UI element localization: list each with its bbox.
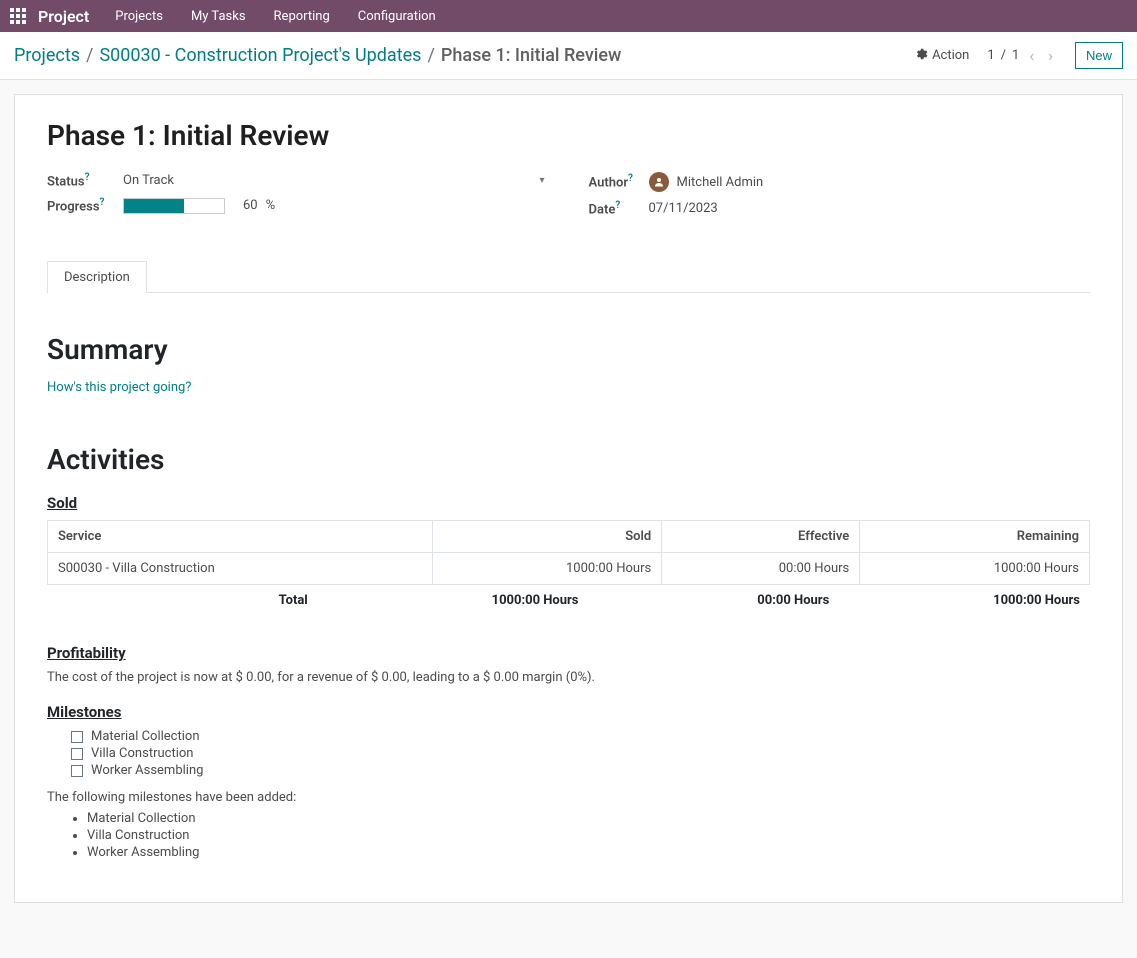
new-button[interactable]: New <box>1075 42 1123 69</box>
progress-fill <box>124 199 184 213</box>
pager-total: 1 <box>1012 48 1019 63</box>
breadcrumb: Projects / S00030 - Construction Project… <box>14 45 621 66</box>
apps-icon[interactable] <box>8 6 28 26</box>
breadcrumb-sep: / <box>86 45 93 66</box>
summary-placeholder[interactable]: How's this project going? <box>47 380 1090 395</box>
author-label: Author <box>589 176 629 191</box>
field-progress: Progress? 60 % <box>47 197 549 214</box>
table-header-row: Service Sold Effective Remaining <box>48 521 1090 553</box>
field-grid: Status? On Track ▾ Progress? <box>47 172 1090 225</box>
top-nav: Project Projects My Tasks Reporting Conf… <box>0 0 1137 32</box>
nav-configuration[interactable]: Configuration <box>346 3 448 30</box>
nav-projects[interactable]: Projects <box>103 3 175 30</box>
brand-title[interactable]: Project <box>38 7 89 26</box>
help-icon[interactable]: ? <box>628 173 633 184</box>
help-icon[interactable]: ? <box>100 197 105 208</box>
field-status: Status? On Track ▾ <box>47 172 549 189</box>
total-sold: 1000:00 Hours <box>328 593 579 608</box>
form-view: Phase 1: Initial Review Status? On Track… <box>14 94 1123 903</box>
profitability-text: The cost of the project is now at $ 0.00… <box>47 670 1090 685</box>
milestone-checklist: Material Collection Villa Construction W… <box>71 729 1090 778</box>
status-select[interactable]: On Track ▾ <box>123 173 549 189</box>
progress-bar[interactable] <box>123 198 225 214</box>
pager: 1 / 1 ‹ › <box>987 44 1057 67</box>
checkbox-icon[interactable] <box>71 731 83 743</box>
milestone-label: Material Collection <box>91 729 200 744</box>
milestone-label: Villa Construction <box>91 746 193 761</box>
breadcrumb-sep: / <box>427 45 434 66</box>
progress-unit: % <box>266 198 276 213</box>
total-effective: 00:00 Hours <box>579 593 830 608</box>
breadcrumb-current: Phase 1: Initial Review <box>441 45 621 66</box>
action-menu[interactable]: Action <box>914 47 969 65</box>
status-label: Status <box>47 174 85 189</box>
list-item: Worker Assembling <box>71 763 1090 778</box>
caret-down-icon: ▾ <box>539 175 548 186</box>
help-icon[interactable]: ? <box>615 200 620 211</box>
total-remaining: 1000:00 Hours <box>829 593 1080 608</box>
action-menu-label: Action <box>932 48 969 63</box>
status-value: On Track <box>123 173 174 188</box>
field-author: Author? Mitchell Admin <box>589 172 1091 192</box>
cell-sold: 1000:00 Hours <box>432 553 662 585</box>
checkbox-icon[interactable] <box>71 765 83 777</box>
list-item: Material Collection <box>71 729 1090 744</box>
field-date: Date? 07/11/2023 <box>589 200 1091 217</box>
pager-current: 1 <box>987 48 994 63</box>
profitability-heading: Profitability <box>47 644 1090 662</box>
date-label: Date <box>589 202 616 217</box>
gear-icon <box>914 47 928 65</box>
description-panel: Summary How's this project going? Activi… <box>15 293 1122 902</box>
control-panel-right: Action 1 / 1 ‹ › New <box>914 42 1123 69</box>
progress-label: Progress <box>47 200 100 215</box>
cell-service: S00030 - Villa Construction <box>48 553 433 585</box>
avatar <box>649 172 669 192</box>
col-service: Service <box>48 521 433 553</box>
tab-description[interactable]: Description <box>47 261 147 293</box>
col-remaining: Remaining <box>860 521 1090 553</box>
activities-heading: Activities <box>47 443 1090 476</box>
cell-effective: 00:00 Hours <box>662 553 860 585</box>
list-item: Worker Assembling <box>87 845 1090 860</box>
list-item: Villa Construction <box>71 746 1090 761</box>
sold-heading: Sold <box>47 494 1090 512</box>
nav-my-tasks[interactable]: My Tasks <box>179 3 258 30</box>
author-value[interactable]: Mitchell Admin <box>677 175 764 190</box>
summary-heading: Summary <box>47 333 1090 366</box>
breadcrumb-root[interactable]: Projects <box>14 45 80 66</box>
cell-remaining: 1000:00 Hours <box>860 553 1090 585</box>
table-row[interactable]: S00030 - Villa Construction 1000:00 Hour… <box>48 553 1090 585</box>
help-icon[interactable]: ? <box>85 172 90 183</box>
col-sold: Sold <box>432 521 662 553</box>
col-effective: Effective <box>662 521 860 553</box>
pager-next-icon[interactable]: › <box>1044 44 1057 67</box>
progress-value[interactable]: 60 <box>243 198 258 213</box>
table-total-row: Total 1000:00 Hours 00:00 Hours 1000:00 … <box>47 585 1090 616</box>
tab-bar: Description <box>47 261 1090 293</box>
milestones-added-list: Material Collection Villa Construction W… <box>87 811 1090 860</box>
milestones-added-text: The following milestones have been added… <box>47 790 1090 805</box>
breadcrumb-parent[interactable]: S00030 - Construction Project's Updates <box>99 45 421 66</box>
control-panel: Projects / S00030 - Construction Project… <box>0 32 1137 80</box>
checkbox-icon[interactable] <box>71 748 83 760</box>
date-value[interactable]: 07/11/2023 <box>649 201 718 216</box>
list-item: Villa Construction <box>87 828 1090 843</box>
milestones-heading: Milestones <box>47 703 1090 721</box>
pager-prev-icon[interactable]: ‹ <box>1025 44 1038 67</box>
list-item: Material Collection <box>87 811 1090 826</box>
sold-table: Service Sold Effective Remaining S00030 … <box>47 520 1090 585</box>
total-label: Total <box>57 593 328 608</box>
nav-reporting[interactable]: Reporting <box>262 3 342 30</box>
page-title: Phase 1: Initial Review <box>47 119 1090 152</box>
pager-sep: / <box>1001 48 1006 63</box>
milestone-label: Worker Assembling <box>91 763 203 778</box>
